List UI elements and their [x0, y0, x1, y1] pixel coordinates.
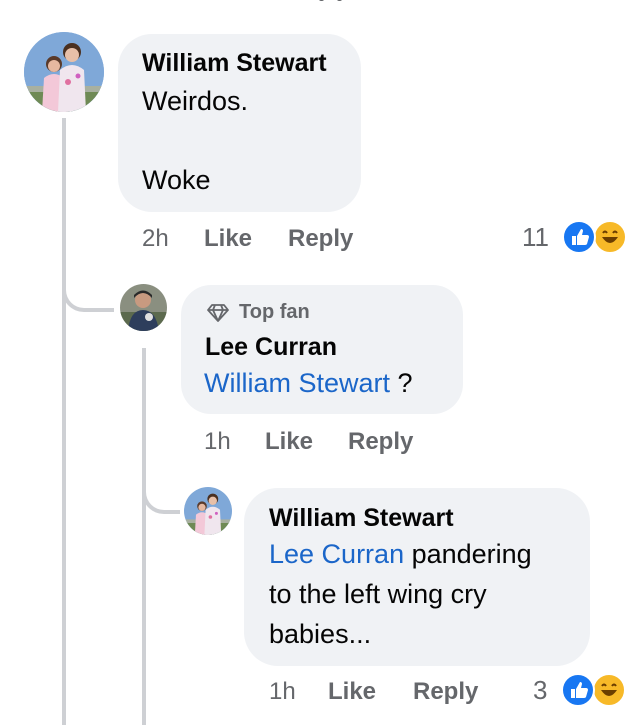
reaction-count[interactable]: 3	[533, 675, 547, 706]
comment-text: William Stewart ?	[204, 363, 413, 403]
thread-connector-reply-2	[142, 468, 180, 514]
haha-icon[interactable]	[592, 673, 626, 707]
thread-line-main	[62, 118, 66, 725]
comment-text-line-1: Lee Curran pandering	[269, 534, 532, 574]
comment-author[interactable]: William Stewart	[269, 504, 454, 533]
like-icon[interactable]	[562, 220, 596, 254]
like-icon[interactable]	[561, 673, 595, 707]
comment-author[interactable]: William Stewart	[142, 49, 327, 78]
avatar-lee-curran[interactable]	[120, 284, 167, 331]
mention-link[interactable]: Lee Curran	[269, 539, 404, 569]
comment-text-line-2: to the left wing cry	[269, 579, 487, 609]
comment-text-line-3: Woke	[142, 165, 211, 195]
avatar-william-stewart[interactable]	[24, 32, 104, 112]
comment-text-line-1: Weirdos.	[142, 86, 249, 116]
comment-text-suffix: pandering	[404, 539, 532, 569]
diamond-icon	[207, 304, 229, 322]
reply-button[interactable]: Reply	[288, 225, 353, 253]
comment-author[interactable]: Lee Curran	[205, 333, 337, 362]
avatar-william-stewart[interactable]	[184, 487, 232, 535]
comment-timestamp[interactable]: 1h	[204, 428, 231, 456]
comment-text-line-3: babies...	[269, 619, 372, 649]
haha-icon[interactable]	[593, 220, 627, 254]
comment-timestamp[interactable]: 1h	[269, 678, 296, 706]
comment-timestamp[interactable]: 2h	[142, 225, 169, 253]
like-button[interactable]: Like	[204, 225, 252, 253]
avatar-photo-icon	[24, 32, 104, 112]
thread-connector-reply-1	[62, 264, 114, 312]
mention-link[interactable]: William Stewart	[204, 368, 390, 398]
comment-text-suffix: ?	[390, 368, 413, 398]
top-fan-badge: Top fan	[239, 301, 310, 323]
avatar-photo-icon	[184, 487, 232, 535]
like-button[interactable]: Like	[328, 678, 376, 706]
reply-button[interactable]: Reply	[348, 428, 413, 456]
thread-line-reply	[142, 348, 146, 725]
like-button[interactable]: Like	[265, 428, 313, 456]
reaction-count[interactable]: 11	[522, 222, 549, 253]
clipped-previous-content	[315, 0, 355, 4]
reply-button[interactable]: Reply	[413, 678, 478, 706]
avatar-photo-icon	[120, 284, 167, 331]
